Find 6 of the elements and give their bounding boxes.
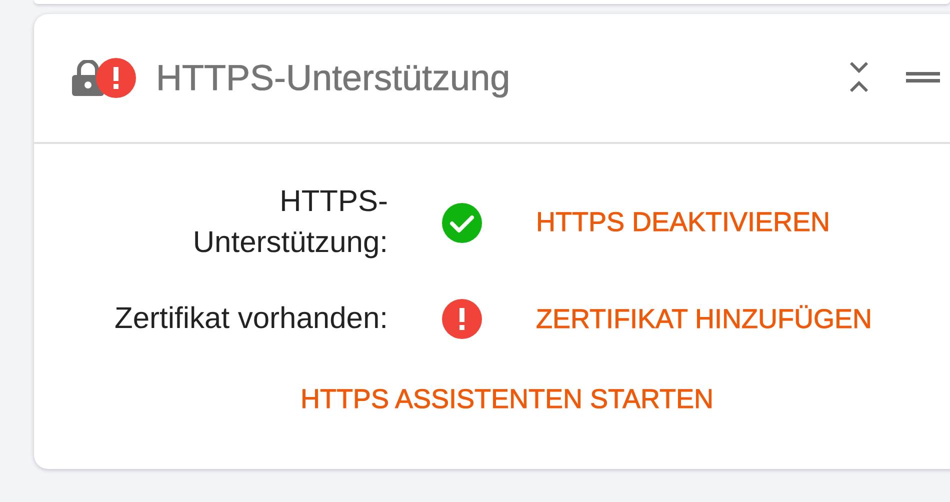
status-label: Zertifikat vorhanden: bbox=[114, 301, 388, 337]
status-label: HTTPS-Unterstützung: bbox=[192, 184, 388, 260]
card-title: HTTPS-Unterstützung bbox=[156, 57, 512, 99]
action-link[interactable]: HTTPS DEAKTIVIEREN bbox=[536, 207, 830, 238]
action-link[interactable]: ZERTIFIKAT HINZUFÜGEN bbox=[536, 304, 872, 335]
wizard-link[interactable]: HTTPS ASSISTENTEN STARTEN bbox=[300, 384, 714, 414]
